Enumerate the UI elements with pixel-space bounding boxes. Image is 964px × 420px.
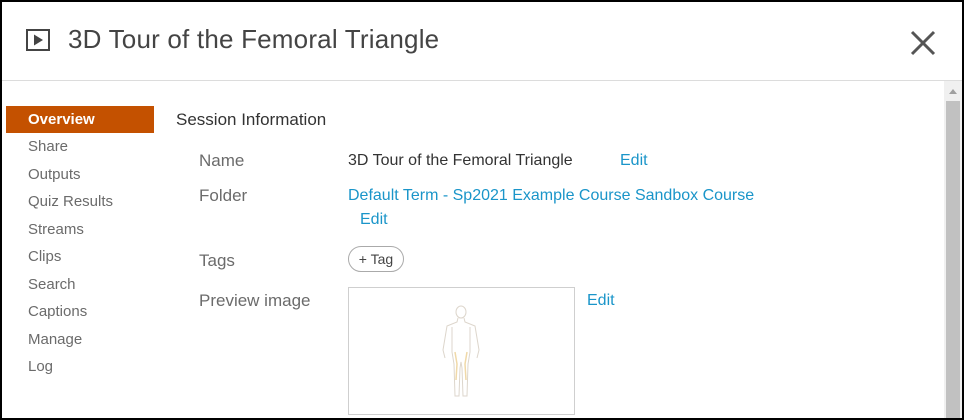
name-value: 3D Tour of the Femoral Triangle: [348, 152, 573, 169]
preview-image: [348, 287, 575, 415]
page-title: 3D Tour of the Femoral Triangle: [68, 24, 440, 54]
dialog-header: 3D Tour of the Femoral Triangle: [2, 2, 962, 81]
play-icon: [26, 29, 50, 51]
scroll-up-icon[interactable]: [944, 85, 962, 97]
sidebar-item-search[interactable]: Search: [6, 271, 154, 299]
sidebar-item-outputs[interactable]: Outputs: [6, 161, 154, 189]
human-figure-thumbnail: [442, 305, 480, 397]
preview-image-label: Preview image: [199, 291, 311, 310]
close-icon[interactable]: [908, 28, 938, 58]
scroll-thumb[interactable]: [946, 101, 960, 418]
sidebar-item-clips[interactable]: Clips: [6, 243, 154, 271]
sidebar-item-manage[interactable]: Manage: [6, 326, 154, 354]
preview-edit-link[interactable]: Edit: [587, 292, 615, 310]
section-title: Session Information: [176, 110, 327, 129]
folder-edit-link[interactable]: Edit: [360, 211, 388, 229]
sidebar-item-quiz-results[interactable]: Quiz Results: [6, 188, 154, 216]
name-label: Name: [199, 151, 245, 170]
sidebar-item-captions[interactable]: Captions: [6, 298, 154, 326]
add-tag-button[interactable]: + Tag: [348, 246, 404, 272]
sidebar-item-streams[interactable]: Streams: [6, 216, 154, 244]
folder-link[interactable]: Default Term - Sp2021 Example Course San…: [348, 187, 754, 205]
sidebar-item-share[interactable]: Share: [6, 133, 154, 161]
sidebar-item-overview[interactable]: Overview: [6, 106, 154, 133]
tags-label: Tags: [199, 251, 235, 270]
sidebar-nav: Overview Share Outputs Quiz Results Stre…: [6, 106, 154, 381]
sidebar-item-log[interactable]: Log: [6, 353, 154, 381]
name-edit-link[interactable]: Edit: [620, 152, 648, 170]
folder-label: Folder: [199, 186, 248, 205]
vertical-scrollbar[interactable]: [944, 81, 962, 418]
session-dialog: 3D Tour of the Femoral Triangle Overview…: [0, 0, 964, 420]
